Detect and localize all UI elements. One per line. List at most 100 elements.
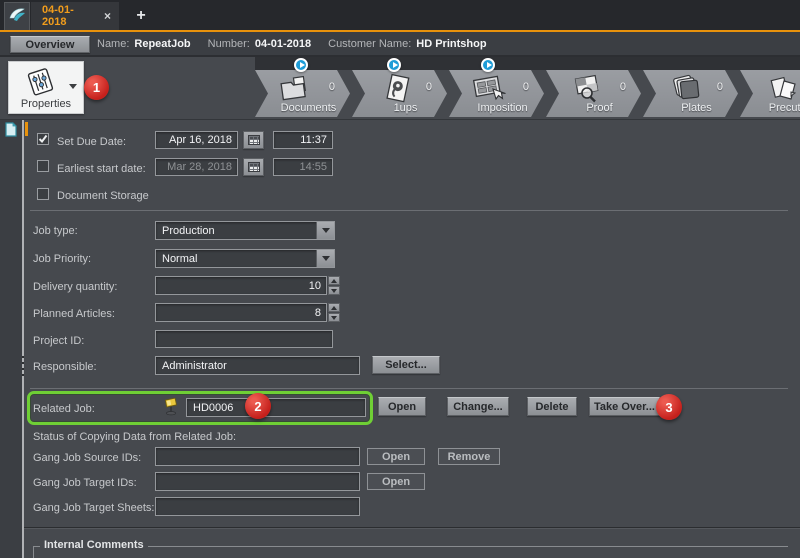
responsible-label: Responsible: [33, 361, 97, 373]
splitter-accent-mark [25, 122, 28, 136]
application-window: 04-01-2018 × + Overview Name: RepeatJob N… [0, 0, 800, 558]
due-date-calendar-button[interactable] [243, 131, 264, 149]
job-priority-select[interactable]: Normal [155, 249, 335, 268]
internal-comments-label: Internal Comments [40, 539, 148, 551]
due-date-field[interactable]: Apr 16, 2018 [155, 131, 238, 149]
due-time-field[interactable]: 11:37 [273, 131, 333, 149]
splitter-grip[interactable] [22, 356, 24, 376]
related-job-link-icon [163, 398, 179, 419]
customer-label: Customer Name: [328, 38, 411, 50]
workflow-strip-band [255, 57, 800, 70]
number-label: Number: [208, 38, 250, 50]
project-id-label: Project ID: [33, 335, 84, 347]
gang-source-ids-field[interactable] [155, 447, 360, 466]
select-button[interactable]: Select... [372, 356, 440, 374]
step-count: 0 [523, 81, 529, 93]
planned-articles-stepper[interactable] [328, 303, 340, 322]
step-count: 0 [717, 81, 723, 93]
gang-source-remove-button[interactable]: Remove [438, 448, 500, 465]
step-label: Imposition [455, 102, 550, 114]
name-label: Name: [97, 38, 129, 50]
earliest-start-label: Earliest start date: [57, 163, 146, 175]
step-label: 1ups [358, 102, 453, 114]
app-logo-tab[interactable] [4, 2, 30, 30]
workflow-step-proof[interactable]: 0 Proof [546, 70, 641, 117]
tab-title: 04-01-2018 [42, 4, 94, 28]
copy-status-label: Status of Copying Data from Related Job: [33, 431, 236, 443]
panel-document-icon[interactable] [4, 122, 18, 140]
step-count: 0 [329, 81, 335, 93]
delivery-quantity-field[interactable]: 10 [155, 276, 327, 295]
tab-job-04-01-2018[interactable]: 04-01-2018 × [31, 2, 119, 30]
job-priority-label: Job Priority: [33, 253, 91, 265]
gang-target-ids-label: Gang Job Target IDs: [33, 477, 137, 489]
take-over-button[interactable]: Take Over... [589, 397, 660, 416]
annotation-badge-3: 3 [656, 394, 682, 420]
workflow-step-plates[interactable]: 0 Plates [643, 70, 738, 117]
step-count: 0 [620, 81, 626, 93]
job-type-label: Job type: [33, 225, 78, 237]
panel-splitter[interactable] [22, 120, 24, 558]
overview-button[interactable]: Overview [10, 36, 90, 53]
name-value: RepeatJob [134, 38, 190, 50]
related-job-open-button[interactable]: Open [378, 397, 426, 416]
earliest-date-field[interactable]: Mar 28, 2018 [155, 158, 238, 176]
section-separator [30, 388, 788, 389]
gang-source-ids-label: Gang Job Source IDs: [33, 452, 141, 464]
tab-close-icon[interactable]: × [104, 9, 111, 23]
left-rail [0, 120, 22, 558]
document-storage-label: Document Storage [57, 190, 149, 202]
delivery-quantity-stepper[interactable] [328, 276, 340, 295]
annotation-badge-2: 2 [245, 393, 271, 419]
stepper-down-icon[interactable] [328, 286, 340, 295]
app-logo-icon [8, 6, 26, 27]
project-id-field[interactable] [155, 330, 333, 348]
play-button-documents[interactable] [294, 58, 308, 72]
dropdown-arrow-icon[interactable] [316, 250, 334, 267]
play-button-1ups[interactable] [387, 58, 401, 72]
step-label: Proof [552, 102, 647, 114]
related-job-field[interactable]: HD0006 [186, 398, 366, 417]
gang-source-open-button[interactable]: Open [367, 448, 425, 465]
stepper-up-icon[interactable] [328, 276, 340, 285]
properties-label: Properties [9, 98, 83, 110]
related-job-delete-button[interactable]: Delete [527, 397, 577, 416]
stepper-up-icon[interactable] [328, 303, 340, 312]
gang-target-sheets-field[interactable] [155, 497, 360, 516]
earliest-time-field[interactable]: 14:55 [273, 158, 333, 176]
related-job-change-button[interactable]: Change... [447, 397, 509, 416]
document-storage-checkbox[interactable] [37, 188, 49, 200]
play-button-imposition[interactable] [481, 58, 495, 72]
calendar-icon [248, 135, 260, 145]
annotation-badge-1: 1 [84, 75, 109, 100]
job-type-value: Production [156, 225, 316, 237]
internal-comments-group: Internal Comments [33, 546, 788, 558]
job-priority-value: Normal [156, 253, 316, 265]
dropdown-arrow-icon[interactable] [316, 222, 334, 239]
step-count: 0 [426, 81, 432, 93]
job-type-select[interactable]: Production [155, 221, 335, 240]
job-header: Overview Name:RepeatJob Number:04-01-201… [0, 32, 800, 57]
workflow-step-precutting[interactable]: Precutting [740, 70, 800, 117]
earliest-start-checkbox[interactable] [37, 160, 49, 172]
new-tab-button[interactable]: + [128, 3, 154, 29]
checkmark-icon [38, 134, 48, 144]
responsible-field[interactable]: Administrator [155, 356, 360, 375]
set-due-date-checkbox[interactable] [37, 133, 49, 145]
section-separator [30, 210, 788, 211]
stepper-down-icon[interactable] [328, 313, 340, 322]
properties-button[interactable]: Properties [8, 61, 84, 114]
workflow-step-1ups[interactable]: 0 1ups [352, 70, 447, 117]
gang-target-ids-field[interactable] [155, 472, 360, 491]
set-due-date-label: Set Due Date: [57, 136, 126, 148]
workflow-step-documents[interactable]: 0 Documents [255, 70, 350, 117]
chevron-down-icon[interactable] [69, 84, 77, 89]
earliest-date-calendar-button[interactable] [243, 158, 264, 176]
section-separator [24, 527, 800, 529]
workflow-step-imposition[interactable]: 0 Imposition [449, 70, 544, 117]
planned-articles-field[interactable]: 8 [155, 303, 327, 322]
toolbar: Properties 1 0 Documents [0, 57, 800, 120]
step-label: Precutting [746, 102, 800, 114]
gang-target-open-button[interactable]: Open [367, 473, 425, 490]
delivery-quantity-label: Delivery quantity: [33, 281, 117, 293]
